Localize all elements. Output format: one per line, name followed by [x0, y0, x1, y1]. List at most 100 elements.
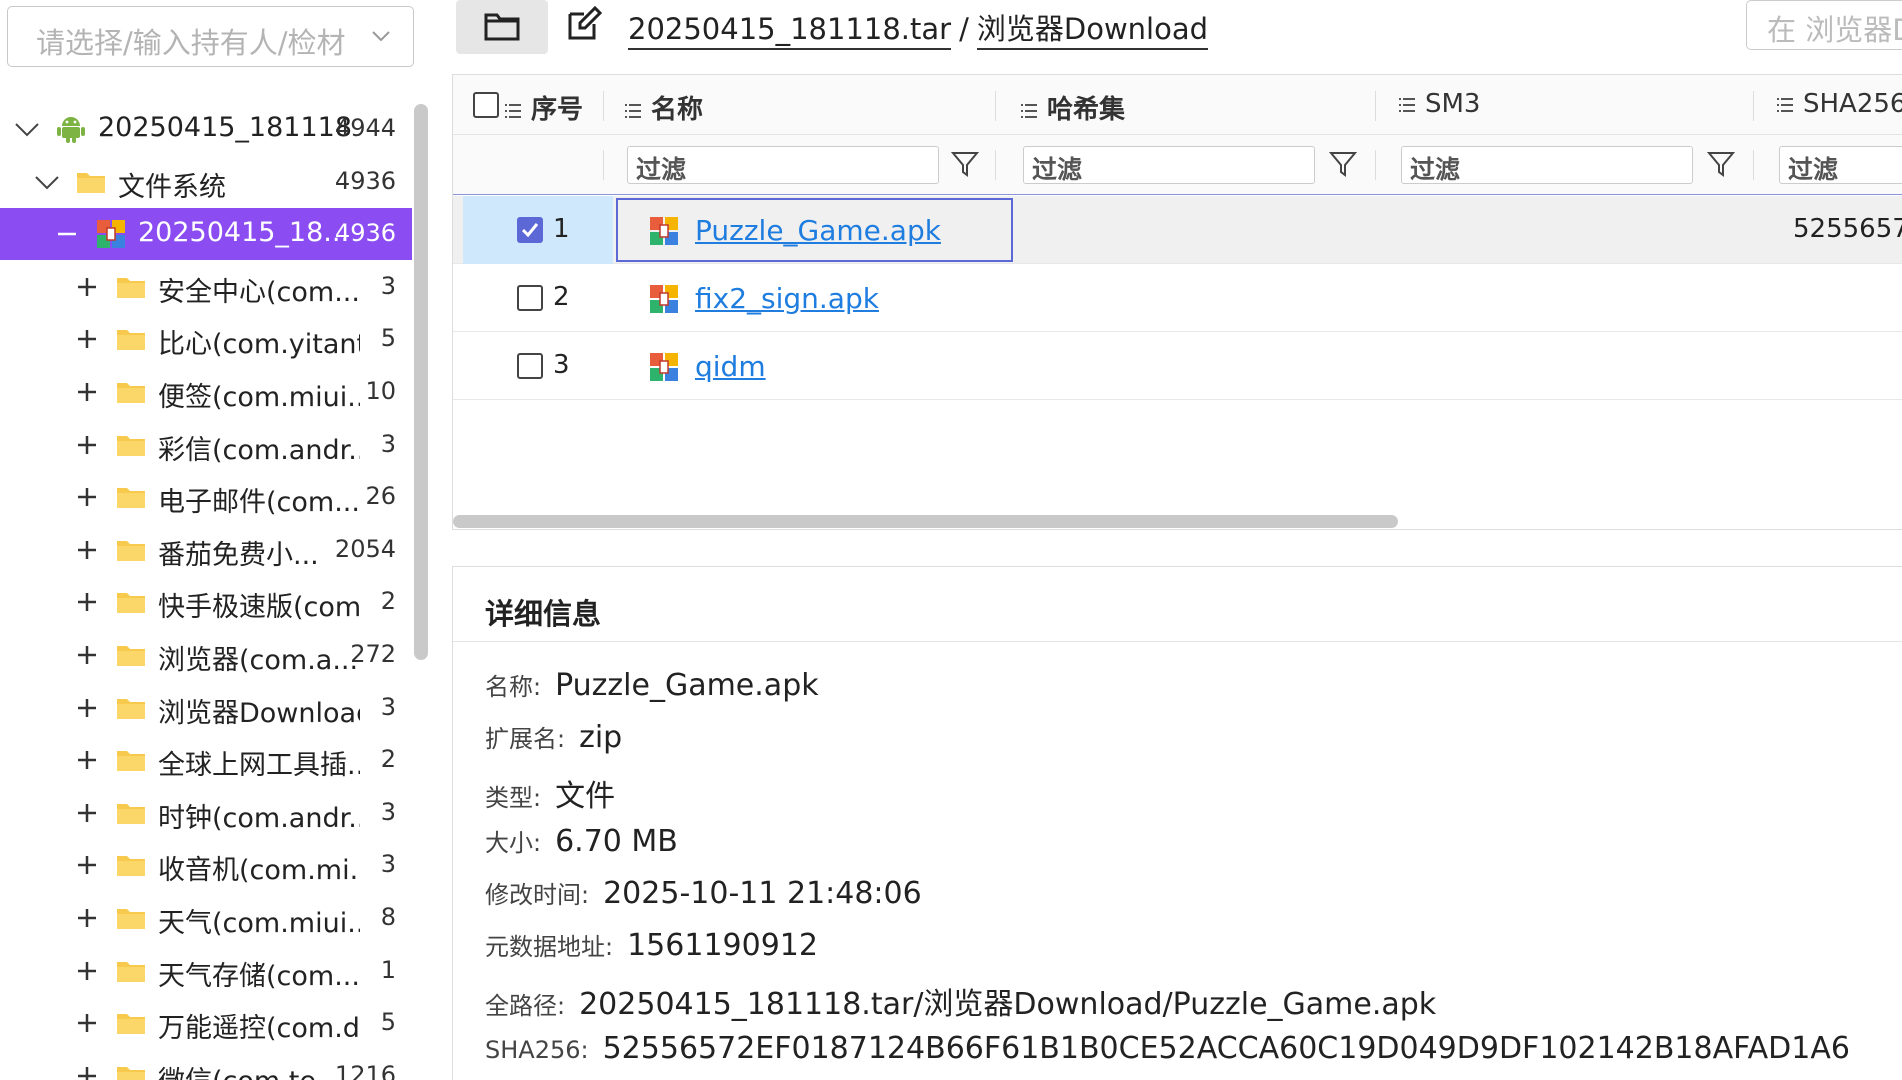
tree-scrollbar[interactable] [414, 104, 428, 660]
open-folder-button[interactable] [456, 0, 548, 54]
filter-name-input[interactable]: 过滤 [627, 146, 939, 184]
expand-icon[interactable] [74, 484, 100, 510]
search-input[interactable]: 在 浏览器Download [1746, 0, 1902, 50]
divider [453, 641, 1902, 642]
expand-icon[interactable] [74, 905, 100, 931]
tree-node[interactable]: 比心(com.yitant... 5 [0, 313, 412, 365]
breadcrumb-leaf[interactable]: 浏览器Download [976, 12, 1209, 50]
filter-hashset-input[interactable]: 过滤 [1023, 146, 1315, 184]
tree-node[interactable]: 全球上网工具插... 2 [0, 734, 412, 786]
row-checkbox[interactable] [517, 353, 543, 379]
expand-icon[interactable] [74, 747, 100, 773]
table-horizontal-scrollbar[interactable] [453, 515, 1398, 528]
detail-key: 元数据地址: [485, 933, 614, 961]
tree-node-count: 5 [380, 324, 396, 353]
detail-key: 扩展名: [485, 725, 566, 753]
row-checkbox[interactable] [517, 217, 543, 243]
tree-node[interactable]: 电子邮件(com.... 26 [0, 471, 412, 523]
tree-node[interactable]: 番茄免费小... 2054 [0, 524, 412, 576]
expand-icon[interactable] [74, 537, 100, 563]
expand-icon[interactable] [74, 1010, 100, 1036]
edit-path-button[interactable] [566, 5, 606, 48]
tree-node[interactable]: 微信(com.te...1216 [0, 1050, 412, 1080]
archive-icon [96, 219, 126, 249]
tree-node-count: 1 [380, 955, 396, 984]
expand-icon[interactable] [74, 800, 100, 826]
tree-node[interactable]: 20250415_18... 4936 [0, 208, 412, 261]
table-row[interactable]: 3 qidm [453, 332, 1902, 400]
column-separator [1753, 150, 1754, 180]
list-icon [505, 103, 521, 118]
column-separator [1375, 150, 1376, 180]
tree-node-label: 浏览器(com.a... [158, 645, 359, 676]
tree-node[interactable]: 彩信(com.andr... 3 [0, 419, 412, 471]
row-checkbox[interactable] [517, 285, 543, 311]
column-header-hashset[interactable]: 哈希集 [1021, 89, 1125, 126]
expand-icon[interactable] [74, 589, 100, 615]
tree-node-count: 3 [380, 271, 396, 300]
table-row[interactable]: 1 Puzzle_Game.apk 52556572EF0187124B66F6… [453, 196, 1902, 264]
detail-key: 大小: [485, 829, 542, 857]
detail-field: 元数据地址: 1561190912 [485, 927, 818, 963]
tree-node[interactable]: 文件系统 4936 [0, 156, 412, 208]
tree-node[interactable]: 20250415_181118 4944 [0, 103, 412, 155]
chevron-down-icon[interactable] [34, 169, 60, 195]
row-seq: 3 [553, 350, 570, 380]
android-icon [56, 114, 86, 144]
row-name-link[interactable]: Puzzle_Game.apk [695, 214, 941, 247]
chevron-down-icon[interactable] [14, 116, 40, 142]
tree-node[interactable]: 天气存储(com.... 1 [0, 945, 412, 997]
column-separator[interactable] [1753, 91, 1754, 121]
detail-field: 扩展名: zip [485, 719, 622, 755]
expand-icon[interactable] [74, 642, 100, 668]
expand-icon[interactable] [74, 1063, 100, 1080]
tree-node[interactable]: 万能遥控(com.d... 5 [0, 997, 412, 1049]
tree-node-count: 3 [380, 850, 396, 879]
expand-icon[interactable] [74, 852, 100, 878]
row-name-link[interactable]: fix2_sign.apk [695, 282, 879, 315]
tree-node[interactable]: 时钟(com.andr... 3 [0, 787, 412, 839]
column-separator[interactable] [995, 91, 996, 121]
column-header-name[interactable]: 名称 [625, 89, 703, 126]
table-header: 序号 名称 哈希集 SM3 SHA256 [453, 75, 1902, 135]
tree-node[interactable]: 浏览器(com.a... 272 [0, 629, 412, 681]
row-name-link[interactable]: qidm [695, 350, 766, 383]
expand-icon[interactable] [74, 326, 100, 352]
details-panel: 详细信息 名称: Puzzle_Game.apk 扩展名: zip 类型: 文件 大小: 6.… [452, 566, 1902, 1080]
filter-icon[interactable] [1707, 150, 1735, 178]
tree-node-label: 安全中心(com.... [158, 276, 360, 308]
filter-icon[interactable] [951, 150, 979, 178]
tree-node[interactable]: 便签(com.miui... 10 [0, 366, 412, 418]
column-header-sm3[interactable]: SM3 [1399, 89, 1480, 119]
expand-icon[interactable] [74, 274, 100, 300]
tree-node[interactable]: 快手极速版(com... 2 [0, 576, 412, 628]
column-header-seq[interactable]: 序号 [505, 89, 583, 126]
folder-icon [116, 850, 146, 880]
tree-node[interactable]: 安全中心(com.... 3 [0, 261, 412, 313]
collapse-icon[interactable] [54, 221, 80, 247]
breadcrumb-root[interactable]: 20250415_181118.tar [628, 12, 952, 50]
filter-sm3-input[interactable]: 过滤 [1401, 146, 1693, 184]
tree-node[interactable]: 浏览器Download 3 [0, 682, 412, 734]
table-row[interactable]: 2 fix2_sign.apk [453, 264, 1902, 332]
column-separator[interactable] [1375, 91, 1376, 121]
tree-node[interactable]: 收音机(com.mi... 3 [0, 839, 412, 891]
expand-icon[interactable] [74, 379, 100, 405]
filter-icon[interactable] [1329, 150, 1357, 178]
column-separator [995, 150, 996, 180]
tree-node[interactable]: 天气(com.miui.... 8 [0, 892, 412, 944]
detail-key: 名称: [485, 673, 542, 701]
expand-icon[interactable] [74, 432, 100, 458]
column-header-sha256[interactable]: SHA256 [1777, 89, 1902, 119]
owner-select[interactable]: 请选择/输入持有人/检材 [7, 6, 414, 67]
column-separator[interactable] [603, 91, 604, 121]
filter-sha256-input[interactable]: 过滤 [1779, 146, 1902, 184]
folder-icon [116, 903, 146, 933]
detail-value: Puzzle_Game.apk [555, 668, 819, 703]
expand-icon[interactable] [74, 695, 100, 721]
details-title: 详细信息 [485, 597, 602, 631]
expand-icon[interactable] [74, 958, 100, 984]
list-icon [625, 103, 641, 118]
select-all-checkbox[interactable] [473, 92, 499, 118]
tree-node-count: 5 [380, 1008, 396, 1037]
